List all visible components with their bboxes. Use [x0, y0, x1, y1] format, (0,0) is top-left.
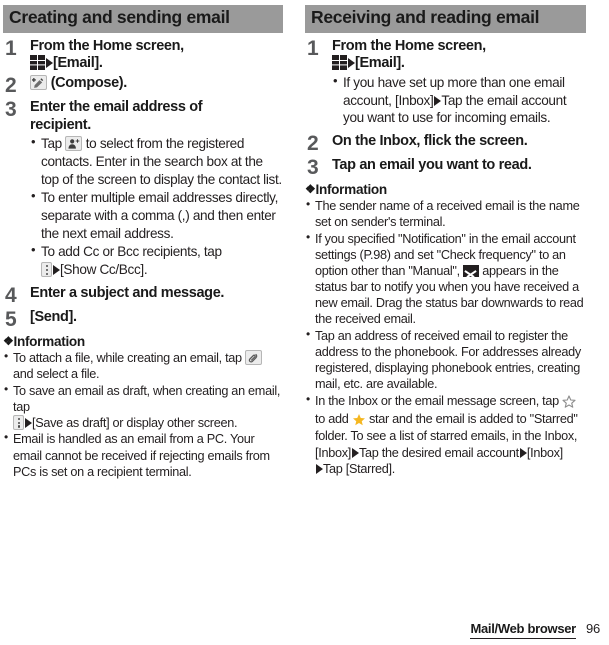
overflow-menu-icon — [13, 414, 24, 430]
add-contact-icon — [65, 136, 83, 152]
step-2: 2 (Compose). — [3, 73, 283, 97]
bullet-item: To enter multiple email addresses direct… — [30, 188, 283, 242]
attachment-icon — [245, 349, 263, 365]
page-number: 96 — [585, 621, 600, 636]
arrow-icon — [519, 447, 527, 458]
step-3-bullets: Tap to select from the registered contac… — [30, 134, 283, 278]
arrow-icon — [352, 447, 359, 458]
bullet-item: In the Inbox or the email message screen… — [305, 392, 586, 477]
step-5: 5 [Send]. — [3, 307, 283, 331]
bullet-item: Tap to select from the registered contac… — [30, 134, 283, 188]
bullet-text-post3: [Inbox] — [526, 445, 563, 460]
step-number: 1 — [307, 36, 319, 60]
overflow-menu-icon — [41, 262, 52, 278]
bullet-item: The sender name of a received email is t… — [305, 197, 586, 230]
app-drawer-grid-icon — [30, 55, 45, 71]
bullet-text-pre: To add Cc or Bcc recipients, tap — [41, 244, 222, 260]
bullet-item: If you specified "Notification" in the e… — [305, 230, 586, 328]
step-title: Tap an email you want to read. — [332, 157, 532, 174]
bullet-text-pre: Tap — [41, 136, 62, 152]
bullet-text-post2: Tap the desired email account — [359, 445, 519, 460]
information-bullets-right: The sender name of a received email is t… — [305, 197, 586, 477]
section-header-creating-sending-email: Creating and sending email — [3, 5, 283, 33]
step-title-line1: From the Home screen, — [30, 37, 184, 54]
step-number: 4 — [5, 283, 17, 307]
step-number: 1 — [5, 36, 17, 60]
bullet-text-post: [Save as draft] or display other screen. — [32, 415, 238, 430]
arrow-icon — [53, 265, 60, 276]
bullet-item: Tap an address of received email to regi… — [305, 327, 586, 393]
manual-page: Creating and sending email 1 From the Ho… — [0, 0, 609, 645]
diamond-icon: ❖ — [3, 333, 14, 348]
arrow-icon — [25, 417, 32, 428]
step-4: 4 Enter a subject and message. — [3, 283, 283, 307]
step-title-suffix: (Compose). — [50, 74, 128, 91]
bullet-item: To save an email as draft, when creating… — [3, 382, 283, 431]
step-title-line2: [Email]. — [53, 55, 103, 72]
two-column-layout: Creating and sending email 1 From the Ho… — [0, 0, 609, 480]
arrow-icon — [46, 58, 53, 69]
information-label: Information — [315, 182, 387, 198]
step-title-line2: recipient. — [30, 116, 91, 133]
step-1-bullets: If you have set up more than one email a… — [332, 73, 586, 127]
step-3: 3 Tap an email you want to read. — [305, 156, 586, 180]
step-title: (Compose). — [30, 74, 283, 93]
bullet-text-post: and select a file. — [13, 366, 100, 381]
step-number: 3 — [5, 98, 17, 122]
bullet-item: To add Cc or Bcc recipients, tap [Show C… — [30, 242, 283, 278]
left-column: Creating and sending email 1 From the Ho… — [0, 5, 289, 480]
information-bullets-left: To attach a file, while creating an emai… — [3, 349, 283, 480]
step-1: 1 From the Home screen, [Email]. If you … — [305, 36, 586, 127]
step-number: 2 — [307, 131, 319, 155]
bullet-item: If you have set up more than one email a… — [332, 73, 586, 127]
information-heading-left: ❖Information — [3, 334, 283, 349]
bullet-text-post: [Show Cc/Bcc]. — [60, 262, 148, 278]
envelope-icon — [463, 265, 480, 278]
step-title: Enter a subject and message. — [30, 284, 225, 301]
bullet-item: To attach a file, while creating an emai… — [3, 349, 283, 382]
step-body: Enter a subject and message. — [25, 285, 283, 303]
arrow-icon — [316, 463, 323, 474]
step-body: Tap an email you want to read. — [327, 157, 586, 175]
footer-chapter-label: Mail/Web browser — [470, 621, 576, 639]
step-body: On the Inbox, flick the screen. — [327, 133, 586, 151]
bullet-text-mid: to add — [315, 411, 349, 426]
compose-icon — [30, 74, 47, 90]
step-number: 2 — [5, 73, 17, 97]
step-1: 1 From the Home screen, [Email]. — [3, 36, 283, 73]
step-title: From the Home screen, [Email]. — [332, 38, 586, 73]
step-body: [Send]. — [25, 309, 283, 327]
step-number: 5 — [5, 307, 17, 331]
step-body: From the Home screen, [Email]. — [25, 38, 283, 73]
step-title: From the Home screen, [Email]. — [30, 38, 283, 73]
information-heading-right: ❖Information — [305, 182, 586, 197]
step-title: [Send]. — [30, 308, 77, 325]
right-column: Receiving and reading email 1 From the H… — [303, 5, 592, 480]
diamond-icon: ❖ — [305, 182, 316, 197]
app-drawer-grid-icon — [332, 55, 347, 71]
arrow-icon — [348, 58, 355, 69]
step-3: 3 Enter the email address of recipient. … — [3, 98, 283, 279]
star-outline-icon — [562, 395, 576, 411]
bullet-text-pre: To save an email as draft, when creating… — [13, 383, 281, 414]
step-title-line2: [Email]. — [355, 55, 405, 72]
step-body: (Compose). — [25, 74, 283, 93]
step-body: Enter the email address of recipient. Ta… — [25, 99, 283, 279]
step-title-line1: From the Home screen, — [332, 37, 486, 54]
step-number: 3 — [307, 156, 319, 180]
star-filled-icon — [352, 413, 366, 429]
step-2: 2 On the Inbox, flick the screen. — [305, 131, 586, 155]
column-gap — [289, 5, 303, 480]
section-header-receiving-reading-email: Receiving and reading email — [305, 5, 586, 33]
information-label: Information — [13, 333, 85, 349]
page-footer: Mail/Web browser 96 — [470, 621, 600, 639]
step-title: Enter the email address of recipient. — [30, 99, 283, 134]
bullet-text-pre: To attach a file, while creating an emai… — [13, 350, 242, 365]
step-title: On the Inbox, flick the screen. — [332, 132, 528, 149]
bullet-text-pre: In the Inbox or the email message screen… — [315, 394, 559, 409]
step-body: From the Home screen, [Email]. If you ha… — [327, 38, 586, 127]
step-title-line1: Enter the email address of — [30, 99, 203, 116]
bullet-text-post4: Tap [Starred]. — [323, 461, 395, 476]
bullet-item: Email is handled as an email from a PC. … — [3, 430, 283, 479]
